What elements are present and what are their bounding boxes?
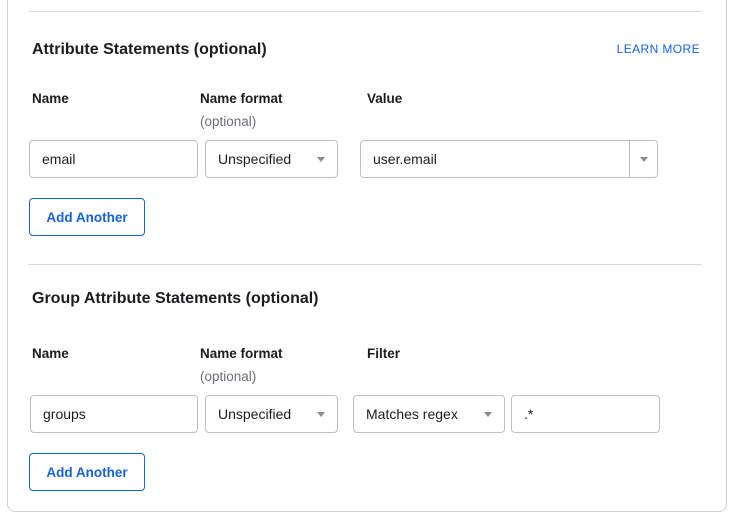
section-divider-middle (28, 264, 702, 265)
group-filter-type-selected-value: Matches regex (366, 406, 458, 422)
settings-card (7, 0, 727, 512)
attr-column-label-value: Value (367, 91, 402, 106)
group-name-format-selected-value: Unspecified (218, 406, 291, 422)
caret-down-icon (317, 412, 325, 417)
attribute-name-input[interactable] (29, 140, 198, 178)
attribute-name-format-select[interactable]: Unspecified (205, 140, 338, 178)
group-filter-type-select[interactable]: Matches regex (353, 395, 505, 433)
group-column-label-name-format-optional: (optional) (200, 369, 256, 384)
group-column-label-filter: Filter (367, 346, 400, 361)
attribute-value-dropdown-button[interactable] (629, 141, 657, 177)
attribute-name-format-selected-value: Unspecified (218, 151, 291, 167)
attribute-value-input[interactable] (361, 141, 629, 177)
group-filter-value-input[interactable] (511, 395, 660, 433)
caret-down-icon (484, 412, 492, 417)
group-attribute-statements-title: Group Attribute Statements (optional) (32, 290, 319, 308)
attribute-add-another-button[interactable]: Add Another (29, 198, 145, 236)
section-divider-top (28, 11, 702, 12)
learn-more-link[interactable]: LEARN MORE (617, 42, 700, 56)
attribute-value-combobox[interactable] (360, 140, 658, 178)
group-name-input[interactable] (30, 395, 198, 433)
group-column-label-name-format: Name format (200, 346, 283, 361)
attr-column-label-name-format: Name format (200, 91, 283, 106)
attr-column-label-name: Name (32, 91, 69, 106)
attr-column-label-name-format-optional: (optional) (200, 114, 256, 129)
group-name-format-select[interactable]: Unspecified (205, 395, 338, 433)
saml-settings-panel: Attribute Statements (optional) LEARN MO… (0, 0, 737, 530)
attribute-statements-title: Attribute Statements (optional) (32, 41, 267, 59)
caret-down-icon (640, 157, 648, 162)
group-column-label-name: Name (32, 346, 69, 361)
group-add-another-button[interactable]: Add Another (29, 453, 145, 491)
caret-down-icon (317, 157, 325, 162)
